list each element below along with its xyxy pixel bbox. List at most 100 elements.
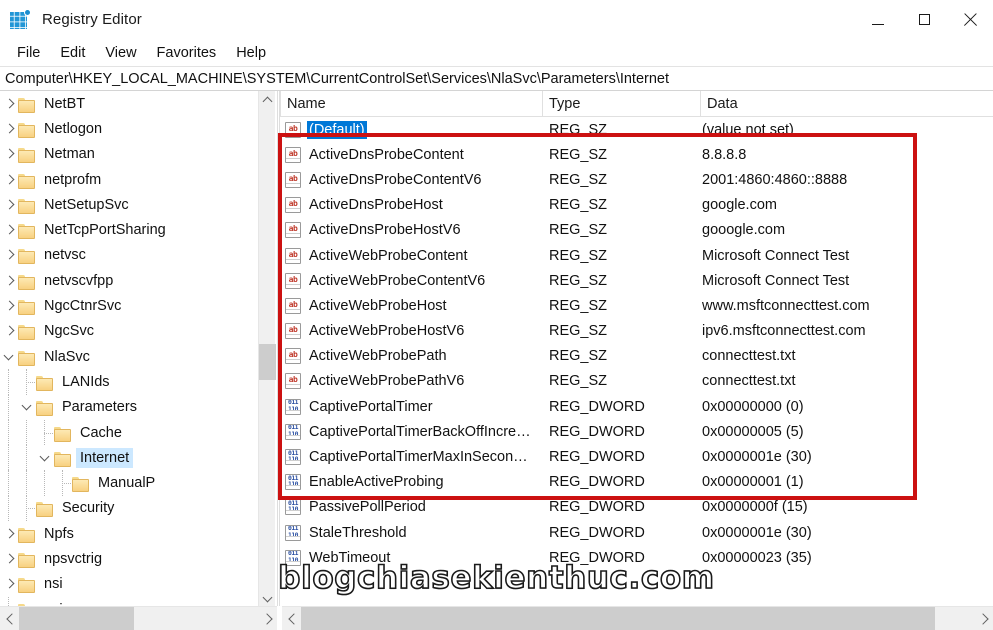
tree-item-netprofm[interactable]: netprofm xyxy=(0,167,258,192)
chevron-right-icon[interactable] xyxy=(0,167,18,192)
chevron-down-icon[interactable] xyxy=(0,344,18,369)
chevron-right-icon[interactable] xyxy=(0,319,18,344)
menu-item-help[interactable]: Help xyxy=(226,42,276,64)
tree-item-npfs[interactable]: Npfs xyxy=(0,521,258,546)
folder-icon xyxy=(18,173,35,189)
column-header-type[interactable]: Type xyxy=(542,91,700,116)
chevron-right-icon[interactable] xyxy=(0,293,18,318)
chevron-right-icon[interactable] xyxy=(0,142,18,167)
tree-item-nsi[interactable]: nsi xyxy=(0,572,258,597)
tree-item-ngcctnrsvc[interactable]: NgcCtnrSvc xyxy=(0,293,258,318)
tree-item-manualp[interactable]: ManualP xyxy=(0,470,258,497)
tree-indent-guide xyxy=(0,369,18,395)
table-row[interactable]: 011 110 CaptivePortalTimer REG_DWORD 0x00000… xyxy=(280,394,993,419)
column-header-data[interactable]: Data xyxy=(700,91,993,116)
list-hscroll-left-button[interactable] xyxy=(282,607,301,630)
tree-item-netvsc[interactable]: netvsc xyxy=(0,243,258,268)
tree-item-nettcpportsharing[interactable]: NetTcpPortSharing xyxy=(0,217,258,242)
value-type-cell: REG_DWORD xyxy=(549,398,645,415)
menu-item-view[interactable]: View xyxy=(95,42,146,64)
chevron-right-icon[interactable] xyxy=(0,268,18,293)
table-row[interactable]: ab ActiveWebProbeHost REG_SZ www.msftconnec… xyxy=(280,293,993,318)
registry-values-list[interactable]: ab (Default) REG_SZ (value not set) ab Active… xyxy=(280,117,993,570)
tree-item-nsiproxy[interactable]: nsiproxy xyxy=(0,596,258,606)
table-row[interactable]: 011 110 PassivePollPeriod REG_DWORD 0x000000… xyxy=(280,495,993,520)
tree-item-internet[interactable]: Internet xyxy=(0,445,258,471)
tree-item-netman[interactable]: Netman xyxy=(0,142,258,167)
chevron-right-icon[interactable] xyxy=(0,192,18,217)
table-row[interactable]: 011 110 EnableActiveProbing REG_DWORD 0x0000… xyxy=(280,470,993,495)
table-row[interactable]: ab ActiveDnsProbeContent REG_SZ 8.8.8.8 xyxy=(280,142,993,167)
value-name: WebTimeout xyxy=(309,549,391,566)
table-row[interactable]: ab (Default) REG_SZ (value not set) xyxy=(280,117,993,142)
table-row[interactable]: ab ActiveWebProbePathV6 REG_SZ connecttest.… xyxy=(280,369,993,394)
close-button[interactable] xyxy=(947,0,993,39)
list-hscroll-thumb[interactable] xyxy=(301,606,935,630)
chevron-right-icon[interactable] xyxy=(0,91,18,116)
chevron-down-icon[interactable] xyxy=(18,395,36,420)
value-name: CaptivePortalTimerMaxInSecon… xyxy=(309,449,528,466)
tree-item-netbt[interactable]: NetBT xyxy=(0,91,258,116)
chevron-right-icon[interactable] xyxy=(0,572,18,597)
string-value-icon: ab xyxy=(285,323,301,340)
tree-item-label: ManualP xyxy=(98,475,156,492)
tree-hscroll-thumb[interactable] xyxy=(19,606,134,630)
value-name-cell: ab ActiveWebProbePath xyxy=(280,347,542,365)
value-name-cell: 011 110 CaptivePortalTimerMaxInSecon… xyxy=(280,448,542,466)
tree-item-parameters[interactable]: Parameters xyxy=(0,394,258,421)
table-row[interactable]: ab ActiveDnsProbeHost REG_SZ google.com xyxy=(280,193,993,218)
table-row[interactable]: 011 110 CaptivePortalTimerBackOffIncre… REG… xyxy=(280,419,993,444)
value-data-cell: 8.8.8.8 xyxy=(702,146,747,163)
table-row[interactable]: ab ActiveDnsProbeHostV6 REG_SZ gooogle.com xyxy=(280,218,993,243)
table-row[interactable]: ab ActiveWebProbePath REG_SZ connecttest.tx… xyxy=(280,344,993,369)
menu-item-edit[interactable]: Edit xyxy=(50,42,95,64)
table-row[interactable]: ab ActiveWebProbeContentV6 REG_SZ Microsoft… xyxy=(280,268,993,293)
menu-item-favorites[interactable]: Favorites xyxy=(147,42,227,64)
list-hscroll-track[interactable] xyxy=(301,606,974,630)
tree-item-lanids[interactable]: LANIds xyxy=(0,369,258,395)
tree-item-nlasvc[interactable]: NlaSvc xyxy=(0,344,258,369)
menu-item-file[interactable]: File xyxy=(7,42,50,64)
chevron-right-icon[interactable] xyxy=(0,521,18,546)
tree-item-cache[interactable]: Cache xyxy=(0,419,258,446)
tree-item-netlogon[interactable]: Netlogon xyxy=(0,116,258,141)
tree-item-netvscvfpp[interactable]: netvscvfpp xyxy=(0,268,258,293)
list-hscroll-right-button[interactable] xyxy=(974,607,993,630)
tree-scroll-down-button[interactable] xyxy=(259,589,276,606)
chevron-right-icon[interactable] xyxy=(0,217,18,242)
tree-scroll-up-button[interactable] xyxy=(259,91,276,108)
value-name-cell: ab ActiveWebProbeContentV6 xyxy=(280,272,542,290)
table-row[interactable]: ab ActiveWebProbeHostV6 REG_SZ ipv6.msftcon… xyxy=(280,319,993,344)
minimize-button[interactable] xyxy=(855,0,901,39)
value-data-cell: Microsoft Connect Test xyxy=(702,247,850,264)
tree-item-security[interactable]: Security xyxy=(0,495,258,522)
folder-icon xyxy=(18,97,35,113)
tree-hscroll-track[interactable] xyxy=(19,606,258,630)
chevron-down-icon[interactable] xyxy=(36,445,54,470)
tree-item-ngcsvc[interactable]: NgcSvc xyxy=(0,319,258,344)
tree-item-netsetupsvc[interactable]: NetSetupSvc xyxy=(0,192,258,217)
chevron-right-icon[interactable] xyxy=(0,116,18,141)
table-row[interactable]: 011 110 CaptivePortalTimerMaxInSecon… REG_D… xyxy=(280,444,993,469)
tree-hscroll-right-button[interactable] xyxy=(258,607,277,630)
table-row[interactable]: 011 110 StaleThreshold REG_DWORD 0x0000001e … xyxy=(280,520,993,545)
tree-hscroll-left-button[interactable] xyxy=(0,607,19,630)
table-row[interactable]: ab ActiveWebProbeContent REG_SZ Microsoft C… xyxy=(280,243,993,268)
folder-icon xyxy=(18,147,35,164)
column-header-name[interactable]: Name xyxy=(280,91,542,116)
tree-scrollbar-thumb[interactable] xyxy=(259,344,276,380)
chevron-right-icon[interactable] xyxy=(0,243,18,268)
tree-item-label: nsi xyxy=(44,576,63,593)
registry-tree[interactable]: NetBT Netlogon Netman netprofm NetSetupSvc Ne… xyxy=(0,91,258,606)
value-name-cell: ab ActiveDnsProbeHostV6 xyxy=(280,221,542,239)
chevron-right-icon[interactable] xyxy=(0,546,18,571)
tree-item-label: NetBT xyxy=(44,95,86,112)
maximize-button[interactable] xyxy=(901,0,947,39)
table-row[interactable]: 011 110 WebTimeout REG_DWORD 0x00000023 (35) xyxy=(280,545,993,570)
tree-vertical-scrollbar[interactable] xyxy=(258,91,276,606)
list-horizontal-scrollbar[interactable] xyxy=(282,606,993,630)
table-row[interactable]: ab ActiveDnsProbeContentV6 REG_SZ 2001:4860… xyxy=(280,167,993,192)
tree-horizontal-scrollbar[interactable] xyxy=(0,606,277,630)
tree-item-npsvctrig[interactable]: npsvctrig xyxy=(0,546,258,571)
address-bar[interactable]: Computer\HKEY_LOCAL_MACHINE\SYSTEM\Curre… xyxy=(0,66,993,91)
